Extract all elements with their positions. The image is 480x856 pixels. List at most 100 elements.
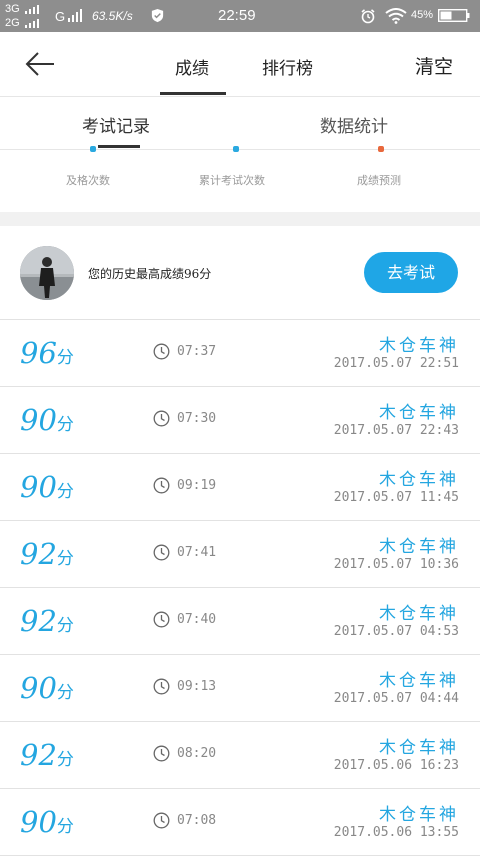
clock-time: 22:59	[218, 7, 256, 24]
clear-button[interactable]: 清空	[415, 52, 453, 79]
best-score-text: 您的历史最高成绩96分	[88, 267, 212, 281]
record-score: 96分	[20, 336, 74, 370]
record-duration: 08:20	[177, 746, 217, 761]
back-arrow-icon[interactable]	[24, 50, 56, 78]
wifi-icon	[385, 8, 407, 24]
record-score: 90分	[20, 805, 74, 839]
record-score: 90分	[20, 403, 74, 437]
record-score-unit: 分	[56, 750, 74, 770]
record-duration: 07:37	[177, 344, 217, 359]
subtab-exam-records[interactable]: 考试记录	[82, 112, 150, 137]
record-datetime: 2017.05.07 04:53	[333, 624, 459, 639]
stat-total-marker	[233, 146, 239, 152]
record-username: 木仓车神	[379, 671, 459, 691]
stat-pass-marker	[90, 146, 96, 152]
record-username: 木仓车神	[379, 738, 459, 758]
network-type-1: 3G	[5, 3, 20, 15]
record-score-unit: 分	[56, 348, 74, 368]
record-row[interactable]: 92分 07:40 木仓车神 2017.05.07 04:53	[0, 588, 480, 655]
record-score-value: 90	[20, 470, 57, 504]
signal-icon-2	[68, 9, 82, 22]
record-datetime: 2017.05.07 11:45	[333, 490, 459, 505]
section-divider	[0, 212, 480, 226]
clock-icon	[153, 477, 170, 494]
record-score-value: 92	[20, 738, 57, 772]
record-row[interactable]: 90分 07:08 木仓车神 2017.05.06 13:55	[0, 789, 480, 856]
record-score-unit: 分	[56, 616, 74, 636]
record-score-unit: 分	[56, 817, 74, 837]
network-speed: 63.5K/s	[92, 9, 133, 23]
signal-icon	[25, 5, 39, 28]
record-score-value: 92	[20, 604, 57, 638]
stat-prediction-label: 成绩预测	[357, 174, 401, 187]
tab-score[interactable]: 成绩	[175, 54, 209, 79]
record-row[interactable]: 90分 09:13 木仓车神 2017.05.07 04:44	[0, 655, 480, 722]
record-row[interactable]: 90分 09:19 木仓车神 2017.05.07 11:45	[0, 454, 480, 521]
status-bar: 3G 2G G 63.5K/s 22:59 45%	[0, 0, 480, 32]
alarm-icon	[361, 9, 375, 24]
record-score-value: 92	[20, 537, 57, 571]
exam-records-list: 96分 07:37 木仓车神 2017.05.07 22:51 90分 07:3…	[0, 320, 480, 856]
record-score: 90分	[20, 470, 74, 504]
record-datetime: 2017.05.06 13:55	[333, 825, 459, 840]
clock-icon	[153, 544, 170, 561]
sub-tabs: 考试记录 数据统计	[0, 97, 480, 150]
take-exam-button[interactable]: 去考试	[364, 252, 458, 293]
record-username: 木仓车神	[379, 470, 459, 490]
record-username: 木仓车神	[379, 403, 459, 423]
record-datetime: 2017.05.07 22:43	[333, 423, 459, 438]
record-duration: 07:30	[177, 411, 217, 426]
tab-ranking[interactable]: 排行榜	[262, 54, 313, 79]
record-row[interactable]: 92分 08:20 木仓车神 2017.05.06 16:23	[0, 722, 480, 789]
record-score-value: 96	[20, 336, 57, 370]
avatar[interactable]	[20, 246, 74, 300]
record-score-unit: 分	[56, 482, 74, 502]
record-username: 木仓车神	[379, 604, 459, 624]
record-datetime: 2017.05.07 10:36	[333, 557, 459, 572]
record-datetime: 2017.05.07 22:51	[333, 356, 459, 371]
record-row[interactable]: 90分 07:30 木仓车神 2017.05.07 22:43	[0, 387, 480, 454]
record-score: 92分	[20, 738, 74, 772]
best-score-section: 您的历史最高成绩96分 去考试	[0, 226, 480, 320]
record-duration: 07:08	[177, 813, 217, 828]
tab-active-indicator	[160, 92, 226, 95]
clock-icon	[153, 745, 170, 762]
record-datetime: 2017.05.06 16:23	[333, 758, 459, 773]
record-score: 90分	[20, 671, 74, 705]
record-username: 木仓车神	[379, 537, 459, 557]
subtab-data-stats[interactable]: 数据统计	[320, 112, 388, 137]
record-duration: 07:40	[177, 612, 217, 627]
battery-percent: 45%	[411, 9, 434, 21]
network-g: G	[55, 9, 66, 24]
network-type-2: 2G	[5, 17, 20, 29]
record-score-value: 90	[20, 805, 57, 839]
battery-icon	[438, 9, 470, 22]
record-score: 92分	[20, 537, 74, 571]
record-score-unit: 分	[56, 549, 74, 569]
shield-check-icon	[151, 8, 164, 23]
record-username: 木仓车神	[379, 336, 459, 356]
record-datetime: 2017.05.07 04:44	[333, 691, 459, 706]
stat-total-count-label: 累计考试次数	[199, 174, 265, 187]
record-duration: 09:19	[177, 478, 217, 493]
record-score-value: 90	[20, 671, 57, 705]
subtab-active-indicator	[98, 145, 140, 148]
record-score-unit: 分	[56, 683, 74, 703]
record-score-value: 90	[20, 403, 57, 437]
stats-summary: 及格次数 累计考试次数 成绩预测	[0, 146, 480, 212]
clock-icon	[153, 410, 170, 427]
clock-icon	[153, 812, 170, 829]
clock-icon	[153, 678, 170, 695]
record-score: 92分	[20, 604, 74, 638]
stat-predict-marker	[378, 146, 384, 152]
record-row[interactable]: 92分 07:41 木仓车神 2017.05.07 10:36	[0, 521, 480, 588]
record-duration: 07:41	[177, 545, 217, 560]
record-duration: 09:13	[177, 679, 217, 694]
record-score-unit: 分	[56, 415, 74, 435]
clock-icon	[153, 343, 170, 360]
clock-icon	[153, 611, 170, 628]
record-row[interactable]: 96分 07:37 木仓车神 2017.05.07 22:51	[0, 320, 480, 387]
stat-pass-count-label: 及格次数	[66, 174, 110, 187]
record-username: 木仓车神	[379, 805, 459, 825]
top-navigation: 成绩 排行榜 清空	[0, 32, 480, 97]
